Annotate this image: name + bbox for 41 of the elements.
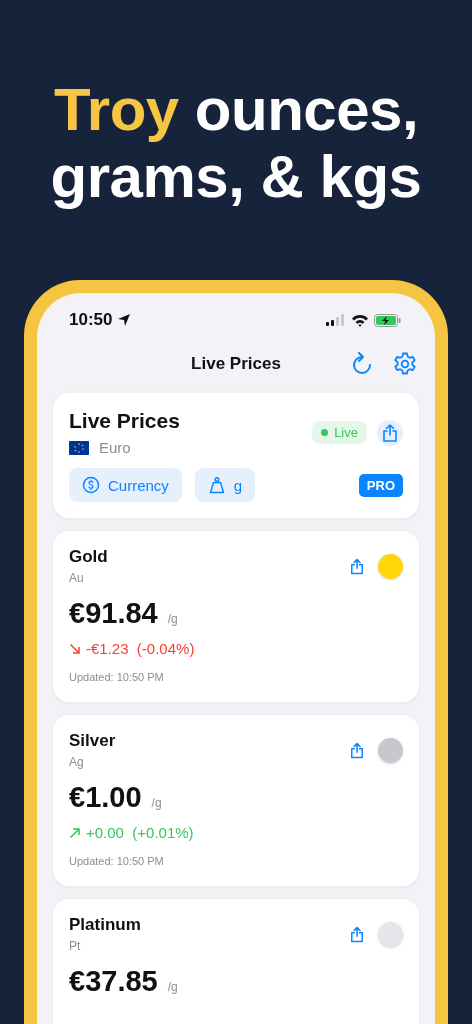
- share-icon[interactable]: [350, 741, 364, 759]
- nav-title: Live Prices: [191, 354, 281, 375]
- card-title: Live Prices: [69, 409, 181, 434]
- metal-name: Silver: [69, 731, 117, 752]
- currency-button[interactable]: Currency: [69, 468, 182, 503]
- updated-time: Updated: 10:50 PM: [69, 671, 165, 684]
- metal-price: €91.84: [69, 597, 158, 631]
- metal-name: Platinum: [69, 915, 142, 936]
- status-time: 10:50: [69, 310, 113, 331]
- metal-price: €37.85: [69, 965, 158, 999]
- share-icon: [382, 423, 398, 442]
- share-button[interactable]: [377, 419, 403, 446]
- trend-down-icon: [69, 642, 81, 655]
- trend-up-icon: [69, 826, 81, 839]
- metal-price: €1.00: [69, 781, 142, 815]
- headline: Troy ounces, grams, & kgs: [49, 76, 423, 211]
- unit-button[interactable]: g: [194, 468, 256, 503]
- metal-name: Gold: [69, 547, 109, 568]
- dollar-icon: [82, 476, 100, 495]
- battery-icon: [374, 313, 401, 327]
- live-badge: Live: [312, 421, 367, 445]
- currency-name: Euro: [99, 439, 131, 457]
- signal-icon: [326, 314, 346, 327]
- price-unit: /g: [151, 796, 162, 811]
- price-change: -€1.23 (-0.04%): [86, 640, 195, 658]
- price-unit: /g: [167, 612, 178, 627]
- weight-icon: [207, 476, 226, 495]
- share-icon[interactable]: [350, 925, 364, 943]
- refresh-icon[interactable]: [351, 352, 373, 377]
- wifi-icon: [351, 313, 369, 327]
- flag-icon: [69, 440, 89, 455]
- location-arrow-icon: [117, 313, 132, 328]
- metal-symbol: Pt: [69, 939, 82, 954]
- share-icon[interactable]: [350, 557, 364, 575]
- settings-icon[interactable]: [393, 352, 417, 377]
- price-unit: /g: [167, 980, 178, 995]
- metal-symbol: Au: [69, 571, 85, 586]
- price-change: +0.00 (+0.01%): [86, 824, 194, 842]
- updated-time: Updated: 10:50 PM: [69, 855, 165, 868]
- pro-badge: PRO: [358, 473, 403, 497]
- metal-symbol: Ag: [69, 755, 85, 770]
